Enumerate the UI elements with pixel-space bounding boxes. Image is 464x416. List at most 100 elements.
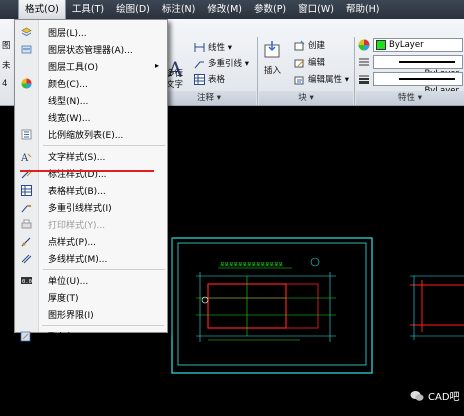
scale-list-icon	[21, 129, 32, 140]
lineweight-sample	[399, 77, 455, 80]
properties-panel-title-text: 特性	[398, 93, 416, 103]
edit-attributes-button[interactable]: 编辑属性 ▾	[294, 73, 349, 85]
ribbon-left-partial-2: 未	[2, 61, 11, 71]
menu-item-label: 多重引线样式(I)	[48, 204, 112, 214]
menu-help[interactable]: 帮助(H)	[340, 0, 386, 19]
text-button-label[interactable]: 文字	[166, 78, 183, 90]
multiline-style-icon	[21, 254, 32, 264]
menu-separator	[43, 269, 165, 270]
create-block-icon	[294, 40, 305, 51]
menu-item-point-style[interactable]: 点样式(P)...	[15, 233, 167, 250]
menu-item-label: 图形界限(I)	[48, 311, 94, 321]
menu-item-plot-style[interactable]: 打印样式(Y)...	[15, 216, 167, 233]
menu-parameters[interactable]: 参数(P)	[248, 0, 292, 19]
insert-label[interactable]: 插入	[264, 64, 281, 76]
color-value: ByLayer	[389, 40, 424, 50]
linetype-icon[interactable]	[358, 56, 370, 71]
drawing-rect-side	[285, 283, 319, 329]
menu-bar-left-stub	[0, 0, 18, 19]
panel-separator	[354, 37, 355, 105]
multileader-icon	[194, 61, 204, 69]
edit-attributes-icon	[294, 76, 304, 85]
menu-item-layer-state-manager[interactable]: 图层状态管理器(A)...	[15, 41, 167, 58]
menu-item-rename[interactable]: 重命名(R)...	[14, 328, 166, 345]
table-button[interactable]: 表格	[194, 73, 225, 85]
block-panel-title-text: 块	[298, 93, 307, 103]
ribbon-left-partial-1: 图	[2, 41, 11, 51]
menu-draw[interactable]: 绘图(D)	[110, 0, 156, 19]
watermark: CAD吧	[410, 388, 460, 403]
edit-block-button[interactable]: 编辑	[294, 56, 325, 68]
menu-item-label: 打印样式(Y)...	[48, 221, 106, 231]
dimension-style-highlight-line	[20, 170, 154, 172]
panel-separator	[257, 37, 258, 105]
table-label: 表格	[208, 75, 226, 85]
menu-item-layer[interactable]: 图层(L)...	[15, 24, 167, 41]
text-style-icon: A	[21, 153, 32, 162]
menu-item-label: 图层状态管理器(A)...	[48, 46, 133, 56]
menu-tools[interactable]: 工具(T)	[66, 0, 110, 19]
lineweight-select[interactable]: ByLayer	[373, 72, 463, 96]
block-panel-title[interactable]: 块 ▾	[259, 91, 353, 105]
menu-item-lineweight[interactable]: 线宽(W)...	[15, 109, 167, 126]
menu-item-label: 图层工具(O)	[48, 63, 99, 73]
color-select[interactable]: ByLayer	[373, 38, 463, 52]
menu-item-text-style[interactable]: A 文字样式(S)...	[15, 148, 167, 165]
table-style-icon	[21, 185, 32, 196]
layer-state-icon	[21, 45, 32, 54]
menu-item-label: 文字样式(S)...	[48, 153, 106, 163]
color-wheel-icon[interactable]	[358, 39, 370, 54]
annotation-panel-title-text: 注释	[197, 93, 215, 103]
color-wheel-icon	[21, 78, 32, 89]
layer-icon	[21, 27, 32, 37]
menu-bar: 格式(O) 工具(T) 绘图(D) 标注(N) 修改(M) 参数(P) 窗口(W…	[0, 0, 464, 19]
create-label: 创建	[308, 41, 326, 51]
drawing-circle-right	[310, 257, 320, 267]
edit-attributes-label: 编辑属性	[308, 75, 343, 85]
menu-item-table-style[interactable]: 表格样式(B)...	[15, 182, 167, 199]
menu-item-color[interactable]: 颜色(C)...	[15, 75, 167, 92]
menu-item-multiline-style[interactable]: 多线样式(M)...	[15, 250, 167, 267]
rename-icon	[20, 331, 31, 342]
insert-block-button[interactable]	[262, 39, 284, 64]
menu-item-label: 比例缩放列表(E)...	[48, 131, 124, 141]
menu-item-scale-list[interactable]: 比例缩放列表(E)...	[15, 126, 167, 143]
menu-dimension[interactable]: 标注(N)	[156, 0, 202, 19]
svg-text:0.0: 0.0	[22, 279, 32, 285]
ribbon-left-partial-3: 4	[2, 79, 8, 89]
menu-format[interactable]: 格式(O)	[18, 0, 66, 19]
create-block-button[interactable]: 创建	[294, 39, 325, 51]
menu-item-linetype[interactable]: 线型(N)...	[15, 92, 167, 109]
menu-item-label: 点样式(P)...	[48, 238, 97, 248]
point-style-icon	[21, 237, 31, 247]
menu-item-label: 表格样式(B)...	[48, 187, 106, 197]
menu-item-label: 厚度(T)	[48, 294, 79, 304]
menu-item-label: 多线样式(M)...	[48, 255, 108, 265]
units-icon: 0.0	[21, 277, 32, 285]
linetype-select[interactable]: ByLayer	[373, 55, 463, 79]
properties-panel-title[interactable]: 特性 ▾	[356, 91, 464, 105]
menu-modify[interactable]: 修改(M)	[201, 0, 248, 19]
menu-item-units[interactable]: 0.0 单位(U)...	[15, 272, 167, 289]
menu-item-layer-tools[interactable]: 图层工具(O) ▸	[15, 58, 167, 75]
drawing-border	[171, 237, 373, 374]
menu-item-label: 颜色(C)...	[48, 80, 88, 90]
multileader-button[interactable]: 多重引线 ▾	[194, 57, 249, 69]
menu-separator	[43, 145, 165, 146]
menu-item-dimension-style[interactable]: 标注样式(D)...	[15, 165, 167, 182]
annotation-panel-title[interactable]: 注释 ▾	[162, 91, 256, 105]
green-swatch	[376, 39, 386, 50]
menu-separator	[42, 325, 164, 326]
format-dropdown-menu: 图层(L)... 图层状态管理器(A)... 图层工具(O) ▸ 颜色(C)..…	[14, 19, 168, 333]
linear-dimension-button[interactable]: 线性 ▾	[194, 41, 232, 53]
menu-item-thickness[interactable]: 厚度(T)	[15, 289, 167, 306]
menu-window[interactable]: 窗口(W)	[292, 0, 340, 19]
watermark-text: CAD吧	[428, 392, 460, 403]
edit-block-icon	[294, 59, 305, 68]
menu-item-multileader-style[interactable]: 多重引线样式(I)	[15, 199, 167, 216]
menu-item-drawing-limits[interactable]: 图形界限(I)	[15, 306, 167, 323]
linear-dimension-icon	[194, 43, 205, 52]
multileader-style-icon	[21, 204, 32, 213]
menu-item-label: 线宽(W)...	[48, 114, 91, 124]
lineweight-icon[interactable]	[358, 73, 370, 88]
